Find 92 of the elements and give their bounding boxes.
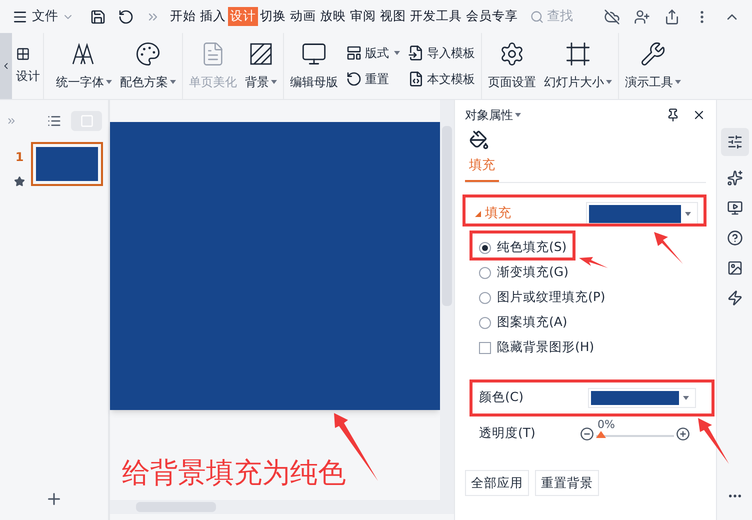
checkbox[interactable]: [479, 342, 491, 354]
reset-icon: [346, 71, 362, 87]
ribbon-tab[interactable]: 会员专享: [464, 7, 520, 26]
caret-icon: [170, 80, 176, 84]
ribbon-button[interactable]: 本文模板: [408, 70, 475, 88]
properties-tab[interactable]: [720, 128, 748, 156]
ribbon-tab[interactable]: 切换: [258, 7, 288, 26]
caret-icon: [606, 80, 612, 84]
sliders-icon: [726, 134, 742, 150]
undo-icon[interactable]: [118, 8, 134, 24]
ribbon-tab[interactable]: 开始: [168, 7, 198, 26]
vertical-scrollbar[interactable]: [440, 100, 454, 500]
minus-icon[interactable]: [580, 426, 594, 440]
ribbon-button[interactable]: 演示工具: [623, 41, 683, 91]
sparkle-icon[interactable]: [726, 170, 742, 186]
transparency-slider[interactable]: [596, 430, 674, 438]
search-icon: [530, 10, 544, 24]
plus-icon[interactable]: [676, 426, 690, 440]
help-icon[interactable]: [726, 230, 742, 246]
file-menu[interactable]: 文件: [12, 6, 74, 26]
lightning-icon[interactable]: [726, 290, 742, 306]
paint-bucket-icon: [469, 130, 489, 150]
palette-icon: [135, 41, 161, 67]
radio-label: 图案填充(A): [497, 313, 568, 332]
radio-label: 图片或纹理填充(P): [497, 288, 606, 306]
panel-title[interactable]: 对象属性: [465, 106, 521, 124]
import-icon: [408, 45, 424, 61]
ribbon-button[interactable]: 统一字体: [54, 41, 114, 91]
ribbon-button[interactable]: 配色方案: [118, 41, 178, 91]
thumbnail-view-tab[interactable]: [71, 111, 102, 131]
add-user-icon[interactable]: [634, 8, 650, 24]
radio-label: 纯色填充(S): [497, 238, 567, 256]
settings-icon: [499, 41, 525, 67]
radio-button[interactable]: [479, 292, 491, 304]
radio-button[interactable]: [479, 266, 491, 278]
checkbox-label: 隐藏背景图形(H): [497, 338, 594, 356]
cloud-icon[interactable]: [604, 8, 620, 24]
add-slide-icon[interactable]: [45, 490, 63, 508]
frame-icon: [565, 41, 591, 67]
ribbon-tab[interactable]: 审阅: [348, 7, 378, 26]
color-label: 颜色(C): [479, 388, 524, 406]
caret-icon: [271, 80, 277, 84]
slide-thumbnail[interactable]: [31, 142, 103, 186]
caret-icon: [394, 51, 400, 55]
ribbon-tab[interactable]: 放映: [318, 7, 348, 26]
save-icon[interactable]: [90, 8, 106, 24]
slider-thumb[interactable]: [596, 430, 606, 438]
layout-icon: [346, 45, 362, 61]
ribbon-button[interactable]: 背景: [243, 41, 279, 91]
ribbon-button[interactable]: 幻灯片大小: [542, 41, 614, 91]
ribbon-label[interactable]: 设计: [16, 67, 40, 85]
star-icon[interactable]: [14, 176, 25, 187]
fill-color-dropdown[interactable]: [586, 202, 698, 226]
slide-icon: [80, 114, 94, 128]
ribbon-button[interactable]: 重置: [346, 70, 400, 88]
wrench-icon: [640, 41, 666, 67]
section-label: 填充: [485, 204, 511, 223]
panel-button[interactable]: 全部应用: [465, 470, 529, 496]
image-icon[interactable]: [726, 260, 742, 276]
ribbon-button[interactable]: 版式: [346, 44, 400, 62]
ribbon-tab[interactable]: 视图: [378, 7, 408, 26]
annotation-arrow: [698, 418, 729, 464]
radio-label: 渐变填充(G): [497, 263, 568, 282]
ribbon-button[interactable]: 页面设置: [486, 41, 538, 91]
panel-button[interactable]: 重置背景: [535, 470, 599, 496]
slide-number: 1: [15, 149, 24, 166]
horizontal-scrollbar[interactable]: [110, 500, 454, 514]
annotation-arrow: [654, 232, 683, 264]
ribbon-tab[interactable]: 开发工具: [408, 7, 464, 26]
radio-button[interactable]: [479, 242, 491, 254]
radio-button[interactable]: [479, 316, 491, 328]
grid-icon: [16, 47, 30, 61]
hatched-square-icon: [248, 41, 274, 67]
caret-icon: [675, 80, 681, 84]
transparency-label: 透明度(T): [479, 424, 536, 442]
document-icon: [408, 71, 424, 87]
ribbon-tab[interactable]: 插入: [198, 7, 228, 26]
color-dropdown[interactable]: [588, 388, 696, 408]
annotation-caption: 给背景填充为纯色: [122, 455, 346, 491]
caret-icon: [106, 80, 112, 84]
monitor-icon: [301, 41, 327, 67]
screen-icon[interactable]: [726, 200, 742, 216]
ribbon-tab[interactable]: 动画: [288, 7, 318, 26]
pin-icon[interactable]: [666, 108, 680, 122]
slider-value: 0%: [598, 418, 615, 430]
close-icon[interactable]: [692, 108, 706, 122]
ribbon-button[interactable]: 编辑母版: [288, 41, 340, 91]
outline-view-icon[interactable]: [46, 113, 62, 129]
ribbon-button[interactable]: 导入模板: [408, 44, 475, 62]
annotation-arrow: [579, 257, 608, 268]
share-icon[interactable]: [664, 8, 680, 24]
menu-icon: [12, 8, 28, 24]
